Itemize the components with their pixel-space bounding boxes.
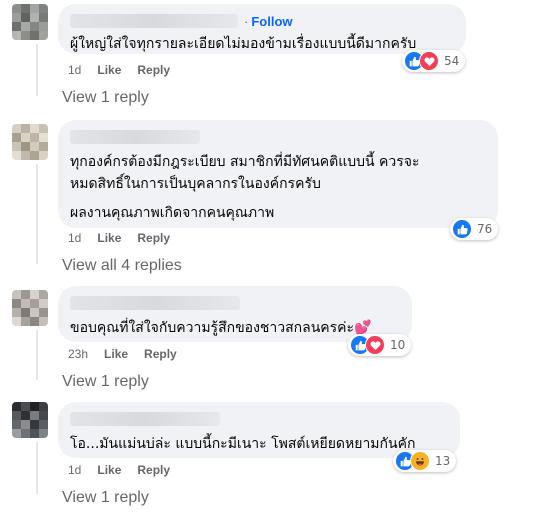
comment-text: โอ...มันแม่นบ่ล่ะ แบบนี้กะมีเนาะ โพสต์เห… xyxy=(70,436,416,452)
love-icon xyxy=(365,335,385,355)
comment-bubble: · Follow ผู้ใหญ่ใส่ใจทุกรายละเอียดไม่มองข… xyxy=(58,4,466,54)
reaction-count: 13 xyxy=(435,454,451,468)
like-button[interactable]: Like xyxy=(97,463,121,477)
like-button[interactable]: Like xyxy=(104,347,128,361)
thread-line xyxy=(36,164,38,264)
comment-header xyxy=(70,294,400,312)
author-name-redacted[interactable] xyxy=(70,412,220,426)
comment-timestamp[interactable]: 1d xyxy=(68,63,81,77)
reaction-count: 54 xyxy=(444,54,460,68)
reaction-summary[interactable]: 76 xyxy=(450,218,499,240)
reply-button[interactable]: Reply xyxy=(137,463,170,477)
comment-actions: 23h Like Reply xyxy=(68,347,193,361)
comment-bubble: ทุกองค์กรต้องมีกฎระเบียบ สมาชิกที่มีทัศน… xyxy=(58,120,498,228)
comment-header: · Follow xyxy=(70,12,454,30)
follow-label: Follow xyxy=(251,13,293,29)
like-icon xyxy=(452,219,472,239)
comment-header xyxy=(70,128,486,146)
thread-line xyxy=(36,330,38,380)
reply-button[interactable]: Reply xyxy=(144,347,177,361)
reply-button[interactable]: Reply xyxy=(137,231,170,245)
reaction-summary[interactable]: 54 xyxy=(402,50,466,72)
comment-timestamp[interactable]: 1d xyxy=(68,231,81,245)
view-replies-link[interactable]: View 1 reply xyxy=(62,89,149,107)
comment-timestamp[interactable]: 23h xyxy=(68,347,88,361)
author-name-redacted[interactable] xyxy=(70,130,200,144)
avatar[interactable] xyxy=(12,402,48,438)
reply-button[interactable]: Reply xyxy=(137,63,170,77)
view-replies-link[interactable]: View 1 reply xyxy=(62,489,149,507)
avatar[interactable] xyxy=(12,124,48,160)
reaction-count: 76 xyxy=(477,222,493,236)
comment-header xyxy=(70,410,448,428)
author-name-redacted[interactable] xyxy=(70,296,240,310)
comment-text: ผู้ใหญ่ใส่ใจทุกรายละเอียดไม่มองข้ามเรื่อ… xyxy=(70,36,417,52)
comment-text: หมดสิทธิ์ในการเป็นบุคลากรในองค์กรครับ xyxy=(70,176,321,192)
thread-line xyxy=(36,44,38,96)
comment-text: ผลงานคุณภาพเกิดจากคนคุณภาพ xyxy=(70,205,275,221)
reaction-count: 10 xyxy=(390,338,406,352)
author-name-redacted[interactable] xyxy=(70,14,238,28)
reaction-summary[interactable]: 10 xyxy=(348,334,412,356)
follow-button[interactable]: · Follow xyxy=(244,14,293,29)
avatar[interactable] xyxy=(12,4,48,40)
reaction-summary[interactable]: 13 xyxy=(393,450,457,472)
comment-timestamp[interactable]: 1d xyxy=(68,463,81,477)
avatar[interactable] xyxy=(12,290,48,326)
view-replies-link[interactable]: View all 4 replies xyxy=(62,257,182,275)
view-replies-link[interactable]: View 1 reply xyxy=(62,373,149,391)
haha-icon xyxy=(410,451,430,471)
thread-line xyxy=(36,442,38,494)
comment-text: ทุกองค์กรต้องมีกฎระเบียบ สมาชิกที่มีทัศน… xyxy=(70,154,420,170)
comment-text: ขอบคุณที่ใส่ใจกับความรู้สึกของชาวสกลนครค… xyxy=(70,318,400,338)
like-button[interactable]: Like xyxy=(97,231,121,245)
love-icon xyxy=(419,51,439,71)
comment-actions: 1d Like Reply xyxy=(68,231,186,245)
comment-text-body: ขอบคุณที่ใส่ใจกับความรู้สึกของชาวสกลนครค… xyxy=(70,320,355,336)
comment-actions: 1d Like Reply xyxy=(68,63,186,77)
comment-actions: 1d Like Reply xyxy=(68,463,186,477)
like-button[interactable]: Like xyxy=(97,63,121,77)
